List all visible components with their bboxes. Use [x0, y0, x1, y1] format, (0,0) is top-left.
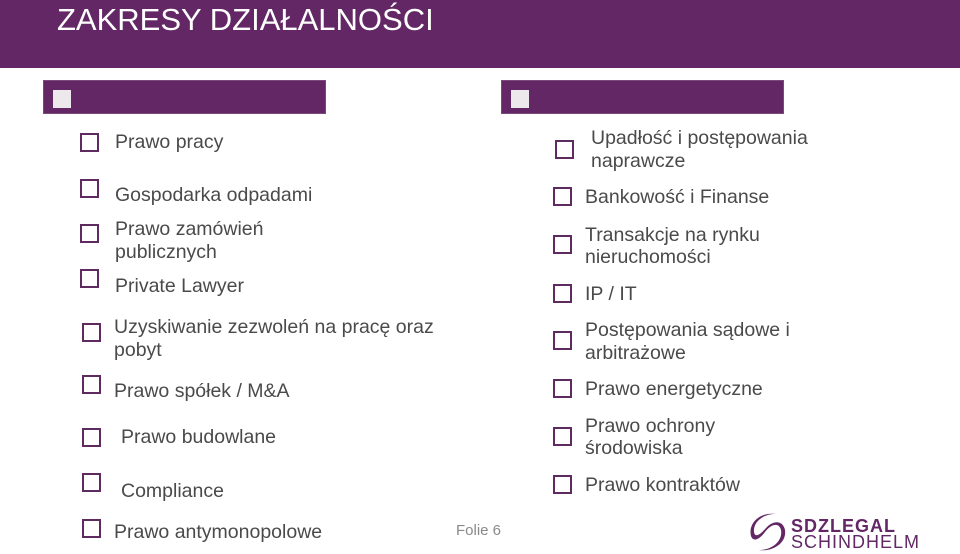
item-label-line2: arbitrażowe [585, 342, 686, 364]
item-label-line2: publicznych [115, 241, 217, 263]
item-label-line2: nieruchomości [585, 246, 711, 268]
item-label: Gospodarka odpadami [115, 184, 313, 206]
checkbox-icon[interactable] [82, 519, 101, 538]
item-label: Transakcje na rynku [585, 224, 760, 246]
checkbox-icon[interactable] [80, 224, 99, 243]
checkbox-icon[interactable] [553, 331, 572, 350]
checkbox-icon[interactable] [553, 427, 572, 446]
checkbox-icon[interactable] [80, 179, 99, 198]
item-label: IP / IT [585, 283, 637, 305]
item-label: Prawo zamówień [115, 218, 264, 240]
checkbox-icon[interactable] [80, 133, 99, 152]
item-label: Postępowania sądowe i [585, 319, 790, 341]
checkbox-icon[interactable] [553, 187, 572, 206]
checkbox-icon[interactable] [82, 375, 101, 394]
item-label-line2: środowiska [585, 437, 683, 459]
item-label: Private Lawyer [115, 275, 244, 297]
item-label-line2: pobyt [114, 339, 162, 361]
left-column-header-bar [43, 80, 326, 114]
header-square-icon [53, 90, 71, 108]
item-label: Compliance [121, 480, 224, 502]
item-label: Prawo ochrony [585, 415, 716, 437]
company-logo: SDZLEGAL SCHINDHELM [745, 510, 935, 554]
logo-text-line2: SCHINDHELM [791, 532, 921, 552]
s-swoosh-logo-icon [750, 513, 786, 551]
checkbox-icon[interactable] [80, 269, 99, 288]
item-label: Prawo energetyczne [585, 378, 763, 400]
title-band: ZAKRESY DZIAŁALNOŚCI [0, 0, 960, 68]
checkbox-icon[interactable] [82, 428, 101, 447]
checkbox-icon[interactable] [553, 475, 572, 494]
item-label-line2: naprawcze [591, 150, 686, 172]
item-label: Prawo antymonopolowe [114, 521, 323, 543]
checkbox-icon[interactable] [82, 473, 101, 492]
checkbox-icon[interactable] [553, 235, 572, 254]
header-square-icon [511, 90, 529, 108]
item-label: Prawo pracy [115, 131, 224, 153]
checkbox-icon[interactable] [553, 284, 572, 303]
checkbox-icon[interactable] [82, 323, 101, 342]
item-label: Bankowość i Finanse [585, 186, 770, 208]
item-label: Upadłość i postępowania [591, 127, 808, 149]
item-label: Prawo spółek / M&A [114, 380, 290, 402]
item-label: Prawo budowlane [121, 426, 277, 448]
right-column-header-bar [501, 80, 784, 114]
checkbox-icon[interactable] [553, 379, 572, 398]
item-label: Uzyskiwanie zezwoleń na pracę oraz [114, 316, 434, 338]
item-label: Prawo kontraktów [585, 474, 740, 496]
slide-title: ZAKRESY DZIAŁALNOŚCI [57, 2, 434, 37]
slide-number: Folie 6 [456, 522, 502, 539]
checkbox-icon[interactable] [555, 140, 574, 159]
